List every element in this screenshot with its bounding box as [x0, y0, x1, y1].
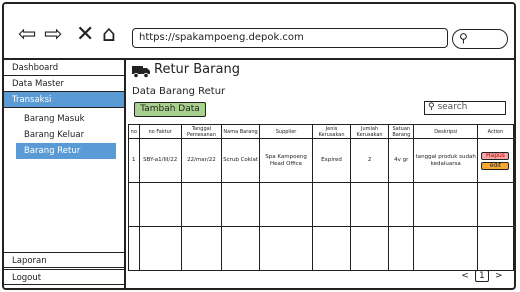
sidebar-item-data-master[interactable]: Data Master — [4, 76, 124, 92]
sidebar-item-barang-retur[interactable]: Barang Retur — [16, 143, 116, 159]
cell-no-faktur: SBY-a1/III/22 — [138, 138, 182, 183]
table-header-row: no no Faktur Tanggal Pemesanan Nama Bara… — [128, 124, 514, 139]
url-bar[interactable]: https://spakampoeng.depok.com — [132, 28, 448, 48]
header-no-faktur: no Faktur — [138, 124, 182, 139]
cell-nama-barang: Scrub Coklat — [221, 138, 261, 183]
cell-jumlah-kerusakan: 2 — [350, 138, 390, 183]
cell-tanggal: 22/mar/22 — [180, 138, 223, 183]
retur-table: no no Faktur Tanggal Pemesanan Nama Bara… — [128, 124, 514, 271]
pagination: < 1 > — [458, 270, 506, 282]
header-no: no — [128, 124, 140, 139]
close-icon[interactable]: ✕ — [76, 24, 94, 46]
add-data-button[interactable]: Tambah Data — [134, 102, 206, 117]
table-row — [128, 182, 514, 227]
main-content: Retur Barang Data Barang Retur Tambah Da… — [128, 60, 514, 288]
sidebar-item-dashboard[interactable]: Dashboard — [4, 60, 124, 76]
header-supplier: Supplier — [259, 124, 313, 139]
delete-button[interactable]: Hapus — [481, 151, 510, 160]
search-placeholder: search — [437, 102, 468, 112]
back-arrow-icon[interactable]: ⇦ — [18, 24, 36, 46]
sidebar-item-laporan[interactable]: Laporan — [4, 252, 124, 268]
cell-supplier: Spa Kampoeng Head Office — [259, 138, 313, 183]
header-deskripsi: Deskripsi — [413, 124, 478, 139]
table-row — [128, 226, 514, 271]
cell-no: 1 — [128, 138, 140, 183]
header-nama-barang: Nama Barang — [221, 124, 261, 139]
edit-button[interactable]: edit — [481, 161, 510, 170]
cell-action: Hapus edit — [476, 138, 514, 183]
truck-icon — [132, 66, 150, 78]
table-row: 1 SBY-a1/III/22 22/mar/22 Scrub Coklat S… — [128, 138, 514, 183]
search-input[interactable]: ⚲ search — [424, 101, 506, 115]
cell-satuan: 4v gr — [388, 138, 415, 183]
cell-deskripsi: tanggal produk sudah kedaluarsa — [413, 138, 478, 183]
browser-search-button[interactable]: ⚲ — [452, 29, 508, 49]
header-satuan-barang: Satuan Barang — [388, 124, 415, 139]
header-action: Action — [476, 124, 514, 139]
sidebar-item-barang-masuk[interactable]: Barang Masuk — [16, 111, 116, 127]
sidebar-item-logout[interactable]: Logout — [4, 269, 124, 285]
header-jenis-kerusakan: Jenis Kerusakan — [311, 124, 352, 139]
sidebar-item-transaksi[interactable]: Transaksi — [4, 92, 124, 108]
sidebar-item-barang-keluar[interactable]: Barang Keluar — [16, 127, 116, 143]
cell-jenis-kerusakan: Expired — [311, 138, 352, 183]
search-icon: ⚲ — [459, 31, 468, 45]
header-jumlah-kerusakan: Jumlah Kerusakan — [350, 124, 390, 139]
section-subtitle: Data Barang Retur — [132, 86, 226, 97]
browser-toolbar: ⇦ ⇨ ✕ ⌂ https://spakampoeng.depok.com ⚲ — [4, 4, 514, 60]
prev-page-button[interactable]: < — [458, 271, 472, 281]
forward-arrow-icon[interactable]: ⇨ — [44, 24, 62, 46]
page-title: Retur Barang — [154, 62, 240, 77]
header-tanggal-pemesanan: Tanggal Pemesanan — [180, 124, 223, 139]
home-icon[interactable]: ⌂ — [102, 24, 116, 46]
sidebar: Dashboard Data Master Transaksi Barang M… — [4, 60, 126, 288]
next-page-button[interactable]: > — [492, 271, 506, 281]
current-page[interactable]: 1 — [474, 270, 489, 282]
app-window: ⇦ ⇨ ✕ ⌂ https://spakampoeng.depok.com ⚲ … — [2, 2, 516, 290]
